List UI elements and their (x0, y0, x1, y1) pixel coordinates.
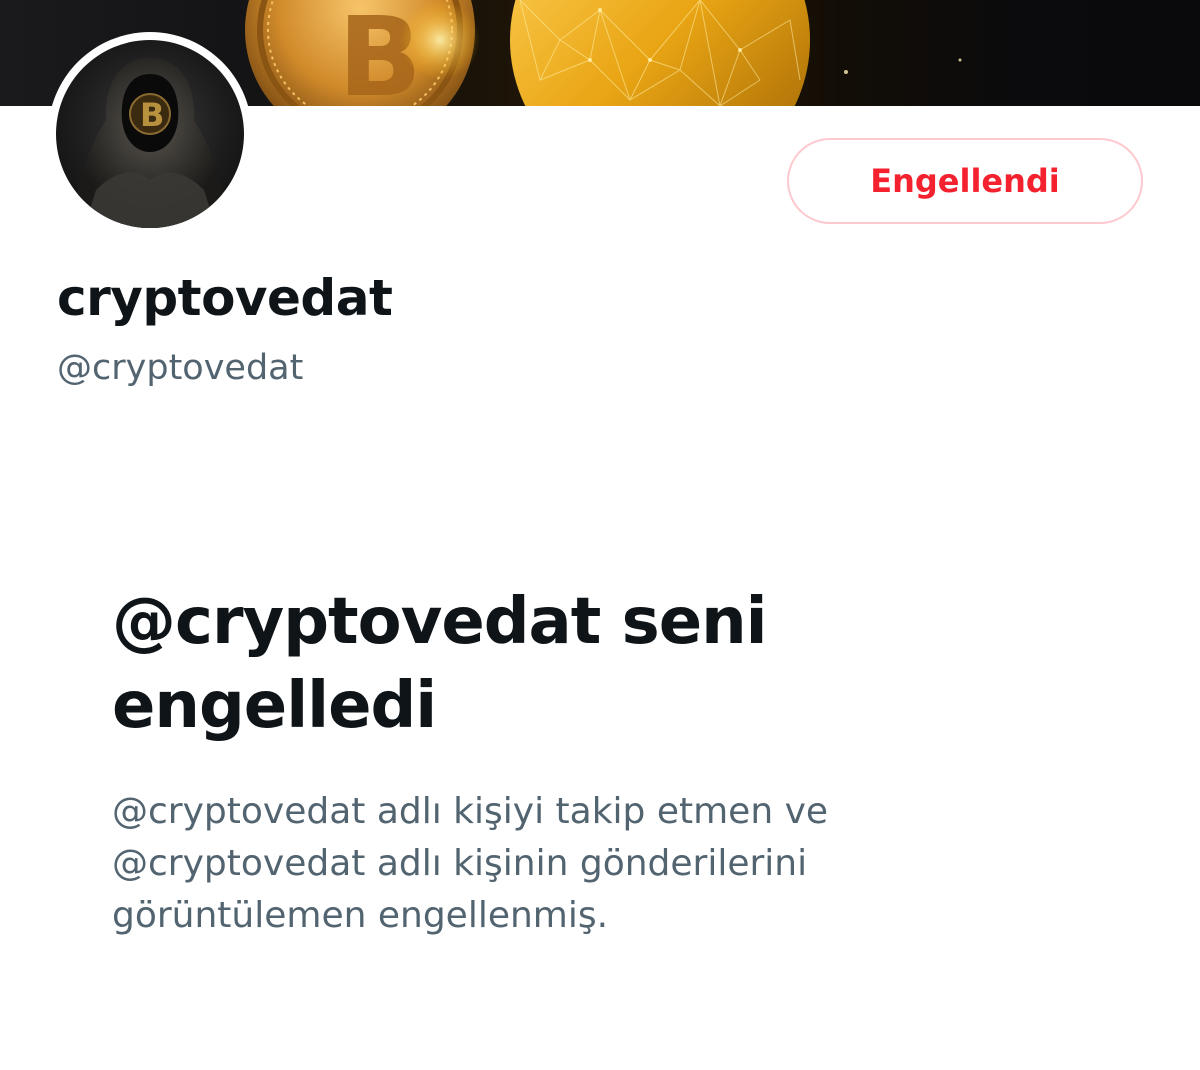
blocked-button[interactable]: Engellendi (787, 138, 1143, 224)
profile-display-name: cryptovedat (57, 269, 393, 327)
hooded-figure-bitcoin-avatar-icon: B (72, 58, 228, 228)
blocked-notice-description: @cryptovedat adlı kişiyi takip etmen ve … (112, 791, 829, 936)
profile-avatar[interactable]: B (48, 32, 252, 236)
profile-handle: @cryptovedat (57, 348, 304, 388)
blocked-notice-title: @cryptovedat seni engelledi (112, 585, 768, 743)
svg-text:B: B (140, 96, 164, 134)
